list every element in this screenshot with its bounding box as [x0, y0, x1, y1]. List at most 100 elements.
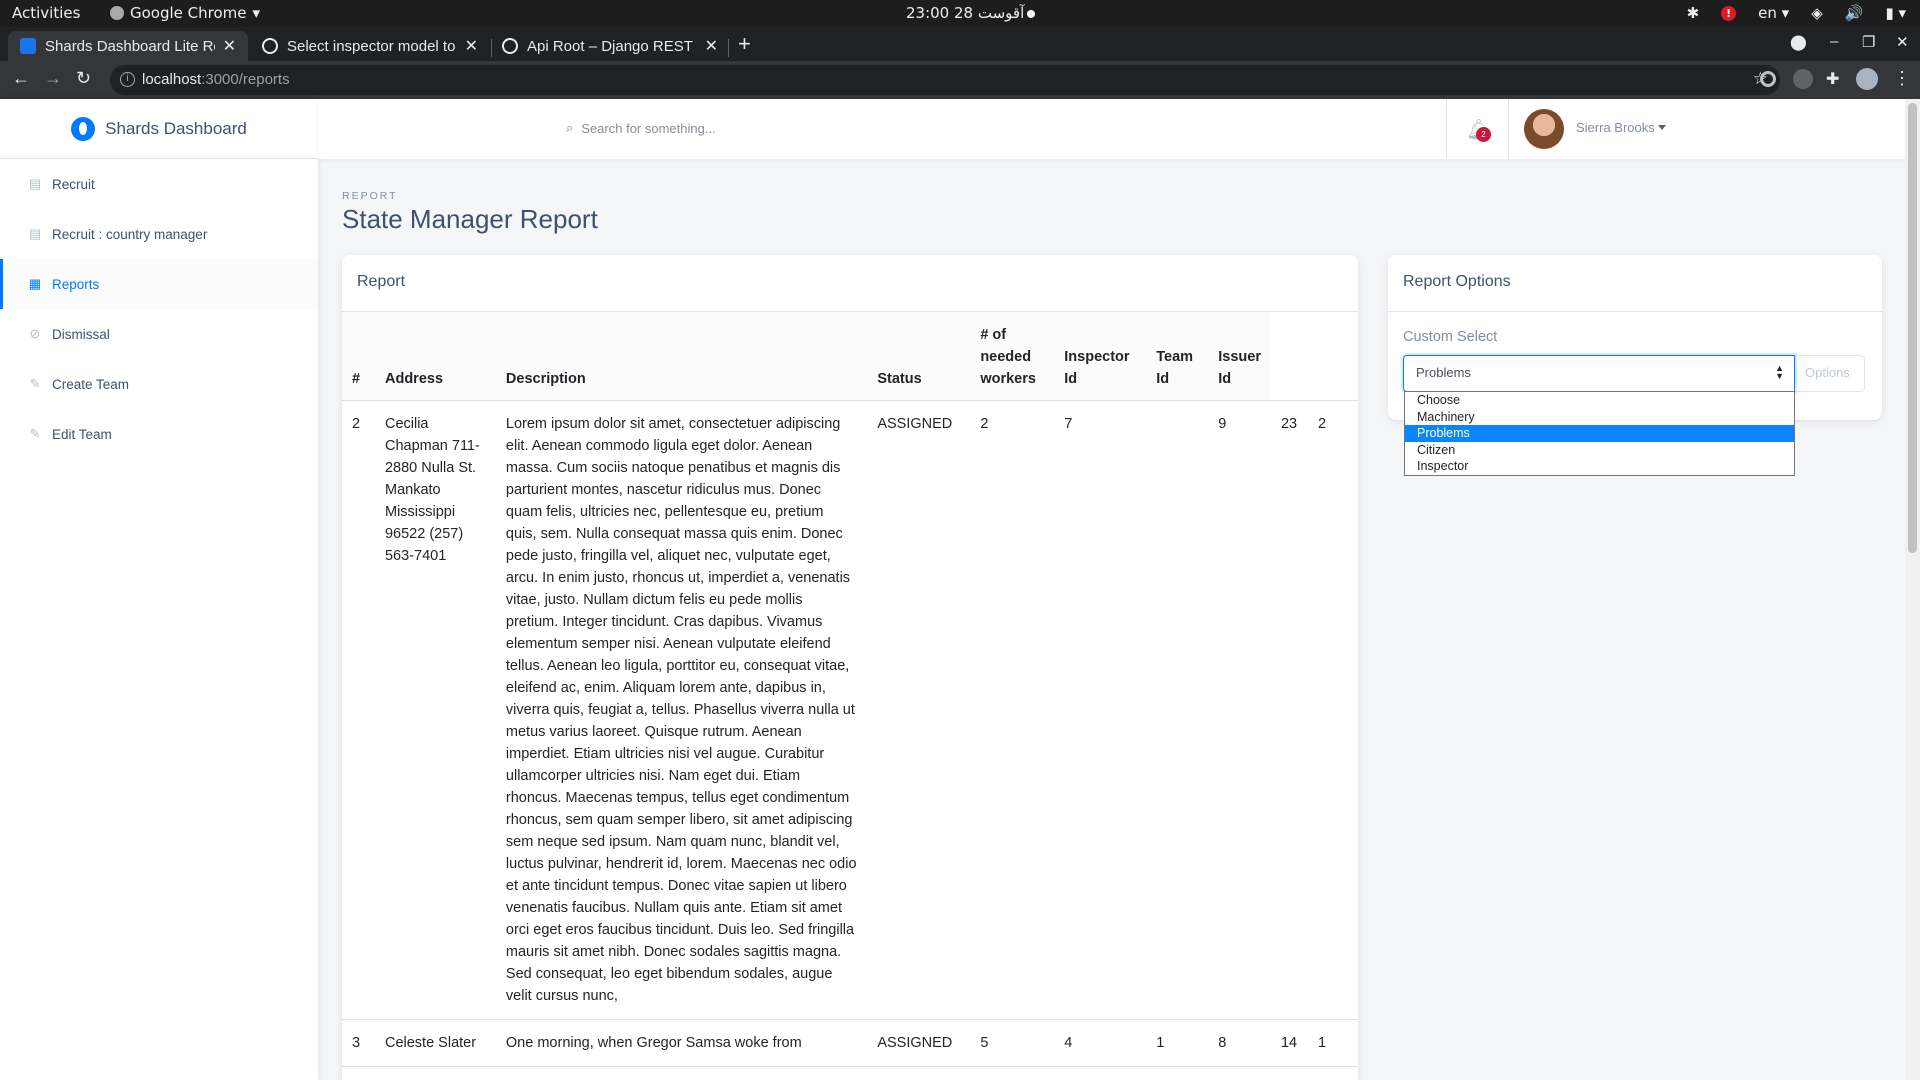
chevron-down-icon: ▾: [252, 4, 261, 22]
close-icon[interactable]: ✕: [705, 36, 718, 56]
globe-icon: [262, 38, 278, 54]
tab-title: Select inspector model to: [287, 37, 456, 55]
minimize-icon[interactable]: –: [1830, 33, 1838, 50]
report-card: Report # Address Description Status # of…: [342, 255, 1358, 1080]
info-icon[interactable]: i: [120, 72, 135, 87]
cell-workers: 2: [970, 400, 1055, 1020]
column-header: [1270, 312, 1308, 401]
address-bar[interactable]: i localhost:3000/reports ☆: [110, 65, 1780, 95]
language-indicator[interactable]: en ▾: [1758, 4, 1789, 22]
tab-search-icon[interactable]: ⬤: [1790, 33, 1807, 51]
brand[interactable]: Shards Dashboard: [0, 99, 318, 159]
slack-icon[interactable]: ✱: [1687, 4, 1700, 22]
close-icon[interactable]: ✕: [223, 36, 236, 56]
clock[interactable]: 23:00 28 آقوست: [906, 4, 1024, 22]
file-icon: ▤: [28, 226, 42, 241]
page-subtitle: REPORT: [342, 190, 398, 202]
page-scrollbar[interactable]: [1905, 99, 1920, 1080]
app-menu[interactable]: Google Chrome ▾: [110, 4, 260, 22]
new-tab-button[interactable]: +: [738, 31, 751, 57]
block-icon: ⊘: [29, 326, 41, 341]
report-table: # Address Description Status # of needed…: [342, 312, 1358, 1067]
options-button[interactable]: Options: [1795, 355, 1865, 392]
top-navbar: ⌕ 🔔︎ 2 Sierra Brooks: [318, 99, 1920, 159]
sidebar-item-edit-team[interactable]: ✎ Edit Team: [0, 409, 318, 459]
puzzle-extensions-icon[interactable]: ✚: [1826, 69, 1839, 89]
url-text[interactable]: localhost:3000/reports: [142, 71, 290, 88]
sidebar-item-label: Reports: [52, 276, 100, 292]
column-header: #: [342, 312, 375, 401]
caret-down-icon: [1657, 125, 1666, 130]
browser-tab[interactable]: Shards Dashboard Lite Re ✕: [8, 31, 248, 61]
tab-separator: [728, 39, 729, 57]
close-icon[interactable]: ✕: [465, 36, 478, 56]
chrome-icon: [110, 6, 124, 20]
dropdown-option[interactable]: Choose: [1405, 392, 1794, 409]
shards-logo-icon: [71, 116, 96, 141]
extension-badge-icon[interactable]: [1793, 69, 1813, 89]
user-menu[interactable]: Sierra Brooks: [1576, 120, 1666, 135]
column-header: Status: [867, 312, 971, 401]
browser-tab[interactable]: Api Root – Django REST fr ✕: [490, 31, 730, 61]
wifi-icon[interactable]: ◈: [1811, 4, 1823, 22]
sidebar: Shards Dashboard ▤ Recruit ▤ Recruit : c…: [0, 99, 318, 1080]
sidebar-item-label: Dismissal: [52, 326, 110, 342]
cell-inspector-id: 4: [1054, 1019, 1147, 1067]
sidebar-item-dismissal[interactable]: ⊘ Dismissal: [0, 309, 318, 359]
dropdown-option-selected[interactable]: Problems: [1405, 425, 1794, 442]
search-icon: ⌕: [566, 120, 574, 135]
scrollbar-thumb[interactable]: [1908, 103, 1917, 553]
dropdown-option[interactable]: Citizen: [1405, 442, 1794, 459]
back-arrow-icon[interactable]: ←: [12, 68, 30, 89]
notifications-button[interactable]: 🔔︎ 2: [1466, 117, 1491, 142]
column-header: Inspector Id: [1054, 312, 1147, 401]
cell-number: 3: [342, 1019, 375, 1067]
column-header: Issuer Id: [1208, 312, 1271, 401]
restore-icon[interactable]: ❐: [1862, 33, 1875, 51]
sidebar-item-recruit[interactable]: ▤ Recruit: [0, 159, 318, 209]
table-header-row: # Address Description Status # of needed…: [342, 312, 1358, 401]
cell-team-id: [1146, 400, 1209, 1020]
avatar[interactable]: [1524, 109, 1564, 149]
divider: [1508, 99, 1509, 159]
search-input[interactable]: [581, 120, 1082, 136]
cell-extra: 2: [1307, 400, 1358, 1020]
search-bar: ⌕: [566, 120, 1082, 136]
card-title: Report: [342, 255, 1358, 312]
battery-icon[interactable]: ▮ ▾: [1885, 4, 1906, 22]
sidebar-item-label: Recruit: [52, 176, 95, 192]
reload-icon[interactable]: ↻: [76, 68, 91, 89]
window-close-icon[interactable]: ✕: [1896, 33, 1909, 51]
card-title: Report Options: [1388, 255, 1882, 312]
system-tray[interactable]: ✱ ! en ▾ ◈ 🔊 ▮ ▾: [1687, 4, 1906, 22]
cell-team-id: 1: [1146, 1019, 1209, 1067]
custom-select[interactable]: Problems ▲ ▼: [1403, 355, 1795, 392]
sidebar-item-create-team[interactable]: ✎ Create Team: [0, 359, 318, 409]
dropdown-option[interactable]: Machinery: [1405, 409, 1794, 426]
extension-record-icon[interactable]: [1760, 71, 1776, 87]
notification-dot-icon: [1027, 10, 1035, 18]
cell-description: Lorem ipsum dolor sit amet, consectetuer…: [495, 400, 868, 1020]
table-row: 2 Cecilia Chapman 711-2880 Nulla St. Man…: [342, 400, 1358, 1020]
profile-avatar-icon[interactable]: [1856, 68, 1878, 90]
dropdown-option[interactable]: Inspector: [1405, 458, 1794, 475]
pencil-icon: ✎: [29, 426, 41, 441]
browser-tab[interactable]: Select inspector model to ✕: [250, 31, 490, 61]
cell-extra: 1: [1307, 1019, 1358, 1067]
cell-issuer-id: 8: [1208, 1019, 1271, 1067]
select-arrows-icon: ▲ ▼: [1775, 363, 1784, 381]
kebab-menu-icon[interactable]: ⋮: [1893, 68, 1911, 89]
alert-icon[interactable]: !: [1721, 5, 1737, 21]
notification-count-badge: 2: [1476, 127, 1491, 142]
cell-address: Celeste Slater: [374, 1019, 496, 1067]
select-dropdown-list: Choose Machinery Problems Citizen Inspec…: [1404, 391, 1795, 476]
forward-arrow-icon[interactable]: →: [44, 68, 62, 89]
column-header: [1307, 312, 1358, 401]
sidebar-item-recruit-country-manager[interactable]: ▤ Recruit : country manager: [0, 209, 318, 259]
volume-icon[interactable]: 🔊: [1845, 4, 1864, 22]
custom-select-label: Custom Select: [1403, 329, 1498, 345]
sidebar-item-reports[interactable]: ▦ Reports: [0, 259, 318, 309]
select-value: Problems: [1416, 365, 1471, 380]
activities-button[interactable]: Activities: [12, 4, 80, 22]
globe-icon: [502, 38, 518, 54]
